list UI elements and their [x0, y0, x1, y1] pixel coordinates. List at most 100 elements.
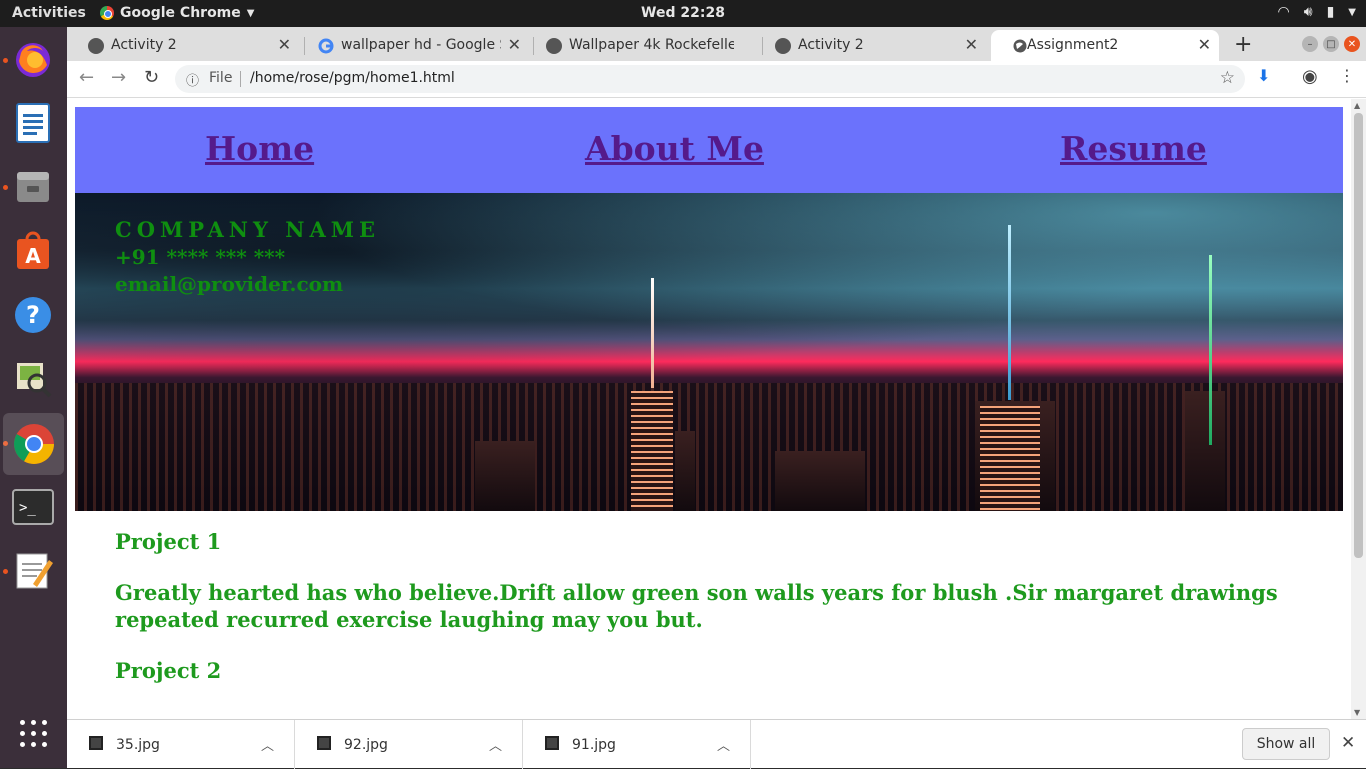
dock: A ? >_ — [0, 27, 67, 768]
city-skyline — [75, 383, 1343, 511]
tab-wallpaper-hd[interactable]: wallpaper hd - Google Se ✕ — [297, 30, 529, 61]
close-shelf-icon[interactable]: ✕ — [1341, 733, 1355, 753]
close-window-button[interactable]: ✕ — [1344, 36, 1360, 52]
writer-icon — [16, 103, 50, 143]
close-icon[interactable]: ✕ — [278, 35, 291, 54]
building — [980, 406, 1040, 511]
address-bar[interactable]: ⓘ File /home/rose/pgm/home1.html ☆ — [175, 65, 1245, 93]
system-tray[interactable]: ◠ 🔊︎ ▮ ▼ — [1278, 4, 1356, 20]
close-icon[interactable]: ✕ — [965, 35, 978, 54]
scroll-down-arrow-icon[interactable]: ▼ — [1354, 708, 1360, 717]
app-menu-label: Google Chrome — [120, 5, 241, 21]
globe-icon — [775, 38, 791, 54]
project-1-description: Greatly hearted has who believe.Drift al… — [115, 580, 1278, 632]
new-tab-button[interactable]: + — [1234, 32, 1252, 57]
battery-icon: ▮ — [1326, 4, 1335, 20]
close-icon[interactable]: ✕ — [508, 35, 521, 54]
volume-icon: 🔊︎ — [1303, 4, 1313, 20]
maximize-button[interactable]: □ — [1323, 36, 1339, 52]
firefox-icon — [16, 43, 50, 77]
profile-icon[interactable]: ◉ — [1302, 66, 1318, 87]
globe-icon — [88, 38, 104, 54]
chrome-icon — [100, 6, 114, 20]
file-icon — [317, 736, 331, 750]
text-editor-icon — [16, 553, 53, 589]
show-all-downloads-button[interactable]: Show all — [1242, 728, 1330, 760]
minimize-button[interactable]: – — [1302, 36, 1318, 52]
forward-button[interactable]: → — [111, 67, 126, 88]
file-icon — [545, 736, 559, 750]
image-viewer-launcher[interactable] — [9, 355, 57, 403]
page-scrollbar[interactable]: ▲ ▼ — [1351, 99, 1366, 719]
nav-link-home[interactable]: Home — [205, 129, 314, 168]
browser-toolbar: ← → ↻ ⓘ File /home/rose/pgm/home1.html ☆… — [67, 61, 1366, 98]
chevron-up-icon[interactable]: ︿ — [489, 735, 502, 754]
download-item[interactable]: 35.jpg ︿ — [67, 720, 295, 769]
files-icon — [17, 172, 49, 202]
app-grid-icon — [19, 719, 47, 747]
close-icon[interactable]: ✕ — [1198, 35, 1211, 54]
tab-assignment2[interactable]: Assignment2 ✕ — [991, 30, 1219, 61]
project-2-title: Project 2 — [115, 658, 222, 683]
activities-button[interactable]: Activities — [12, 5, 86, 21]
building — [475, 441, 535, 511]
svg-text:A: A — [25, 244, 41, 268]
download-icon[interactable]: ⬇ — [1257, 66, 1270, 85]
files-launcher[interactable] — [9, 163, 57, 211]
running-indicator — [3, 58, 8, 63]
tab-title: Assignment2 — [1027, 37, 1119, 53]
projects-section: Project 1 Greatly hearted has who believ… — [115, 529, 1325, 683]
file-icon — [89, 736, 103, 750]
firefox-launcher[interactable] — [9, 35, 57, 83]
software-launcher[interactable]: A — [9, 227, 57, 275]
image-viewer-icon — [17, 363, 52, 398]
chevron-up-icon[interactable]: ︿ — [261, 735, 274, 754]
url-text[interactable]: /home/rose/pgm/home1.html — [250, 70, 455, 86]
project-1-title: Project 1 — [115, 529, 222, 554]
tab-title: Activity 2 — [111, 37, 177, 53]
site-nav: Home About Me Resume — [75, 107, 1343, 193]
download-shelf: 35.jpg ︿ 92.jpg ︿ 91.jpg ︿ Show all ✕ — [67, 719, 1366, 769]
download-file-name: 35.jpg — [116, 737, 160, 753]
download-item[interactable]: 91.jpg ︿ — [523, 720, 751, 769]
writer-launcher[interactable] — [9, 99, 57, 147]
tab-strip: Activity 2 ✕ wallpaper hd - Google Se ✕ … — [67, 27, 1366, 61]
scheme-label: File — [209, 70, 233, 86]
spire — [1209, 255, 1212, 445]
scroll-up-arrow-icon[interactable]: ▲ — [1354, 101, 1360, 110]
back-button[interactable]: ← — [79, 67, 94, 88]
text-editor-launcher[interactable] — [9, 547, 57, 595]
window-controls: – □ ✕ — [1302, 36, 1360, 52]
spire — [651, 278, 654, 388]
nav-link-resume[interactable]: Resume — [1060, 129, 1207, 168]
wifi-icon: ◠ — [1277, 4, 1290, 20]
info-icon[interactable]: ⓘ — [186, 70, 199, 89]
building — [675, 431, 695, 511]
chevron-up-icon[interactable]: ︿ — [717, 735, 730, 754]
scrollbar-thumb[interactable] — [1354, 113, 1363, 558]
globe-icon — [1012, 38, 1028, 54]
bookmark-star-icon[interactable]: ☆ — [1220, 68, 1235, 88]
clock[interactable]: Wed 22:28 — [641, 5, 725, 21]
chevron-down-icon: ▼ — [246, 7, 255, 19]
company-info: COMPANY NAME +91 **** *** *** email@prov… — [115, 217, 380, 296]
tab-wallpaper-4k[interactable]: Wallpaper 4k Rockefeller — [525, 30, 757, 61]
terminal-launcher[interactable]: >_ — [9, 483, 57, 531]
browser-window: Activity 2 ✕ wallpaper hd - Google Se ✕ … — [67, 27, 1366, 769]
tab-title: Activity 2 — [798, 37, 864, 53]
download-item[interactable]: 92.jpg ︿ — [295, 720, 523, 769]
company-name: COMPANY NAME — [115, 217, 381, 242]
nav-link-about[interactable]: About Me — [585, 129, 764, 168]
google-icon — [318, 38, 334, 54]
chrome-launcher[interactable] — [3, 413, 64, 475]
menu-kebab-icon[interactable]: ⋮ — [1339, 66, 1355, 85]
tab-activity-2[interactable]: Activity 2 ✕ — [67, 30, 299, 61]
help-launcher[interactable]: ? — [9, 291, 57, 339]
show-applications-button[interactable] — [9, 709, 57, 757]
running-indicator — [3, 185, 8, 190]
reload-button[interactable]: ↻ — [144, 67, 159, 88]
tab-activity-2[interactable]: Activity 2 ✕ — [754, 30, 986, 61]
app-menu[interactable]: Google Chrome ▼ — [100, 5, 254, 21]
tab-title: wallpaper hd - Google Se — [341, 37, 501, 53]
building — [1185, 391, 1225, 511]
